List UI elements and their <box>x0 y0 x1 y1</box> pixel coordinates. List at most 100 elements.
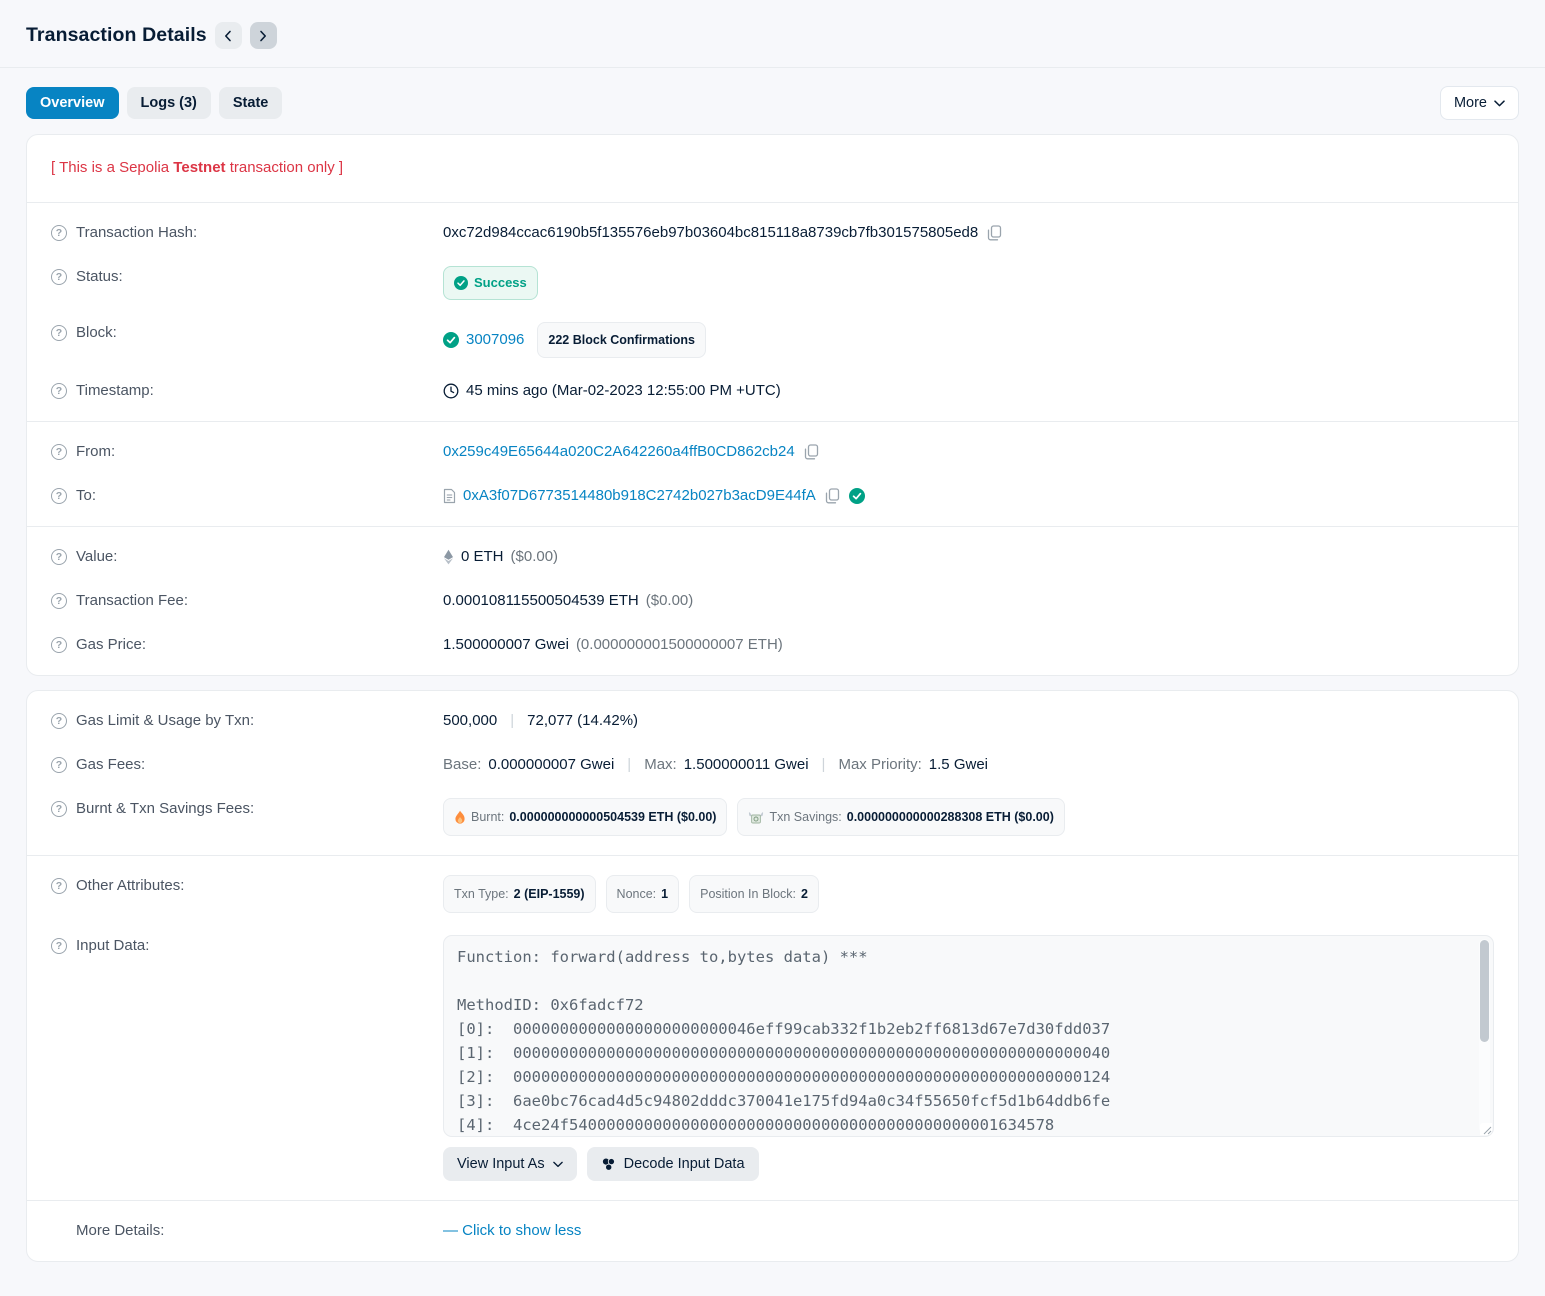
gas-limit-value: 500,000 <box>443 710 497 732</box>
block-number-link[interactable]: 3007096 <box>466 329 524 351</box>
divider <box>27 855 1518 856</box>
testnet-warning-bold: Testnet <box>173 159 225 176</box>
tab-overview[interactable]: Overview <box>26 87 119 119</box>
timestamp-row: ? Timestamp: 45 mins ago (Mar-02-2023 12… <box>27 369 1518 413</box>
block-confirmations-badge: 222 Block Confirmations <box>537 322 706 358</box>
transaction-hash-row: ? Transaction Hash: 0xc72d984ccac6190b5f… <box>27 211 1518 255</box>
help-icon[interactable]: ? <box>51 325 67 341</box>
tabs-bar: Overview Logs (3) State More <box>26 68 1519 134</box>
to-row: ? To: 0xA3f07D6773514480b918C2742b027b3a… <box>27 474 1518 518</box>
input-data-textarea[interactable]: Function: forward(address to,bytes data)… <box>443 935 1494 1137</box>
check-circle-icon <box>443 332 459 348</box>
pipe-separator: | <box>504 710 520 732</box>
block-label: Block: <box>76 322 117 344</box>
from-address-link[interactable]: 0x259c49E65644a020C2A642260a4ffB0CD862cb… <box>443 441 795 463</box>
chevron-down-icon <box>1494 100 1505 107</box>
more-dropdown-button[interactable]: More <box>1440 86 1519 120</box>
block-row: ? Block: 3007096 222 Block Confirmations <box>27 311 1518 369</box>
help-icon[interactable]: ? <box>51 713 67 729</box>
value-usd: ($0.00) <box>511 546 559 568</box>
transaction-fee-label: Transaction Fee: <box>76 590 188 612</box>
help-icon[interactable]: ? <box>51 801 67 817</box>
divider <box>27 526 1518 527</box>
help-icon[interactable]: ? <box>51 488 67 504</box>
help-icon[interactable]: ? <box>51 757 67 773</box>
help-icon[interactable]: ? <box>51 938 67 954</box>
transaction-fee-row: ? Transaction Fee: 0.000108115500504539 … <box>27 579 1518 623</box>
more-details-label: More Details: <box>76 1220 164 1242</box>
txn-type-badge: Txn Type: 2 (EIP-1559) <box>443 875 596 913</box>
pipe-separator: | <box>816 754 832 776</box>
verified-check-icon <box>849 488 865 504</box>
other-attributes-label: Other Attributes: <box>76 875 184 897</box>
txn-type-chip-value: 2 (EIP-1559) <box>514 883 585 905</box>
help-icon[interactable]: ? <box>51 269 67 285</box>
input-data-scrollbar-thumb[interactable] <box>1480 940 1489 1042</box>
help-icon[interactable]: ? <box>51 383 67 399</box>
burnt-fee-badge: Burnt: 0.000000000000504539 ETH ($0.00) <box>443 798 727 836</box>
txn-savings-chip-label: Txn Savings: <box>769 806 841 828</box>
input-data-content: Function: forward(address to,bytes data)… <box>457 945 1467 1137</box>
status-badge: Success <box>443 266 538 300</box>
decode-input-data-button[interactable]: Decode Input Data <box>587 1147 759 1181</box>
position-chip-label: Position In Block: <box>700 883 796 905</box>
burnt-fee-chip-value: 0.000000000000504539 ETH ($0.00) <box>509 806 716 828</box>
resize-grip-icon[interactable] <box>1480 1123 1492 1135</box>
value-row: ? Value: 0 ETH ($0.00) <box>27 535 1518 579</box>
value-amount: 0 ETH <box>461 546 504 568</box>
divider <box>27 1200 1518 1201</box>
money-wings-icon <box>748 811 764 824</box>
base-fee-label: Base: <box>443 754 481 776</box>
more-dropdown-label: More <box>1454 95 1487 111</box>
previous-transaction-button[interactable] <box>215 22 242 49</box>
help-icon[interactable]: ? <box>51 225 67 241</box>
next-transaction-button[interactable] <box>250 22 277 49</box>
to-address-link[interactable]: 0xA3f07D6773514480b918C2742b027b3acD9E44… <box>463 485 816 507</box>
copy-icon <box>804 444 819 460</box>
position-in-block-badge: Position In Block: 2 <box>689 875 819 913</box>
fire-icon <box>454 810 466 825</box>
page-title: Transaction Details <box>26 24 207 47</box>
divider <box>27 421 1518 422</box>
base-fee-value: 0.000000007 Gwei <box>488 754 614 776</box>
timestamp-label: Timestamp: <box>76 380 154 402</box>
decode-icon <box>601 1157 616 1172</box>
help-icon[interactable]: ? <box>51 878 67 894</box>
gas-price-row: ? Gas Price: 1.500000007 Gwei (0.0000000… <box>27 623 1518 667</box>
input-data-row: ? Input Data: Function: forward(address … <box>27 924 1518 1192</box>
burnt-fees-label: Burnt & Txn Savings Fees: <box>76 798 254 820</box>
tab-logs[interactable]: Logs (3) <box>127 87 211 119</box>
nonce-chip-value: 1 <box>661 883 668 905</box>
gas-price-label: Gas Price: <box>76 634 146 656</box>
copy-transaction-hash-button[interactable] <box>985 225 1004 241</box>
nonce-chip-label: Nonce: <box>617 883 657 905</box>
txn-savings-badge: Txn Savings: 0.000000000000288308 ETH ($… <box>737 798 1064 836</box>
status-label: Status: <box>76 266 123 288</box>
contract-document-icon <box>443 488 456 504</box>
view-input-as-button[interactable]: View Input As <box>443 1147 577 1181</box>
help-icon[interactable]: ? <box>51 444 67 460</box>
help-icon[interactable]: ? <box>51 593 67 609</box>
help-icon[interactable]: ? <box>51 637 67 653</box>
txn-savings-chip-value: 0.000000000000288308 ETH ($0.00) <box>847 806 1054 828</box>
from-row: ? From: 0x259c49E65644a020C2A642260a4ffB… <box>27 430 1518 474</box>
input-data-scrollbar[interactable] <box>1479 939 1490 1133</box>
status-row: ? Status: Success <box>27 255 1518 311</box>
overview-card: [ This is a Sepolia Testnet transaction … <box>26 134 1519 676</box>
chevron-left-icon <box>224 30 232 42</box>
txn-type-chip-label: Txn Type: <box>454 883 509 905</box>
transaction-hash-value: 0xc72d984ccac6190b5f135576eb97b03604bc81… <box>443 222 978 244</box>
transaction-fee-amount: 0.000108115500504539 ETH <box>443 590 639 612</box>
copy-from-address-button[interactable] <box>802 444 821 460</box>
transaction-fee-usd: ($0.00) <box>646 590 694 612</box>
tab-state[interactable]: State <box>219 87 282 119</box>
burnt-fees-row: ? Burnt & Txn Savings Fees: Burnt: 0.000… <box>27 787 1518 847</box>
testnet-warning-post: transaction only ] <box>226 159 344 176</box>
max-fee-label: Max: <box>644 754 677 776</box>
help-icon[interactable]: ? <box>51 549 67 565</box>
gas-fees-row: ? Gas Fees: Base: 0.000000007 Gwei | Max… <box>27 743 1518 787</box>
check-circle-icon <box>454 276 468 290</box>
show-less-link[interactable]: — Click to show less <box>443 1220 581 1242</box>
decode-input-data-label: Decode Input Data <box>624 1156 745 1172</box>
copy-to-address-button[interactable] <box>823 488 842 504</box>
